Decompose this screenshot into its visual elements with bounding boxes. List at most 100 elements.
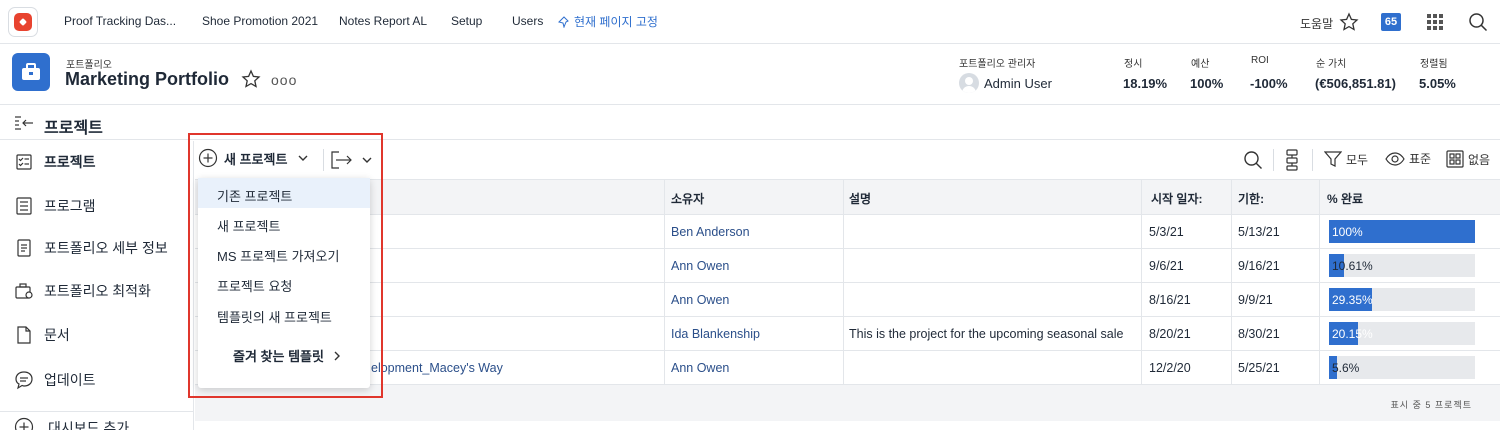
nav-item-shoe-promotion[interactable]: Shoe Promotion 2021 [202,14,318,28]
sidebar-item-portfolio-details[interactable]: 포트폴리오 세부 정보 [0,227,194,267]
group-icon [1446,150,1464,168]
due-date: 5/25/21 [1238,361,1280,375]
add-dashboard-label: 대시보드 추가 [48,420,130,430]
nav-item-notes-report[interactable]: Notes Report AL [339,14,427,28]
sidebar-item-label: 문서 [44,327,70,343]
start-date: 12/2/20 [1149,361,1191,375]
briefcase-gear-icon [15,283,33,299]
divider [1273,149,1274,171]
list-icon [16,197,32,215]
nav-item-setup[interactable]: Setup [451,14,482,28]
progress-label: 10.61% [1332,259,1373,273]
metric-label: 정시 [1124,59,1143,70]
sidebar-item-projects[interactable]: 프로젝트 [0,141,194,181]
table-row[interactable]: Ida Blankenship This is the project for … [195,317,1500,351]
sidebar-item-documents[interactable]: 문서 [0,314,194,354]
column-header-description[interactable]: 설명 [849,190,871,207]
sidebar-item-label: 포트폴리오 최적화 [44,283,151,299]
column-header-start-date[interactable]: 시작 일자: [1151,190,1203,207]
view-button[interactable]: 표준 [1385,150,1431,167]
progress-bar: 20.15% [1329,322,1475,345]
progress-bar: 5.6% [1329,356,1475,379]
notifications-badge[interactable]: 65 [1381,13,1401,31]
metric-label: 순 가치 [1316,59,1347,70]
progress-bar: 100% [1329,220,1475,243]
sidebar-item-label: 프로젝트 [44,154,96,170]
section-title: 프로젝트 [44,120,103,137]
metric-label: 예산 [1191,59,1210,70]
metric-value: -100% [1250,76,1288,91]
due-date: 8/30/21 [1238,327,1280,341]
nav-item-users[interactable]: Users [512,14,543,28]
page-title: Marketing Portfolio [65,69,230,89]
highlight-box [188,133,383,398]
table-search-icon[interactable] [1242,149,1264,171]
plus-circle-icon [14,417,34,430]
sidebar-item-label: 프로그램 [44,198,96,214]
more-options-icon[interactable]: ooo [271,72,297,88]
chat-icon [15,371,33,390]
table-row[interactable]: Ben Anderson 5/3/21 5/13/21 100% [195,215,1500,249]
table-row[interactable]: Ann Owen 8/16/21 9/9/21 29.35% [195,283,1500,317]
eye-icon [1385,151,1405,166]
sidebar-item-portfolio-optimizer[interactable]: 포트폴리오 최적화 [0,270,194,310]
column-header-percent-complete[interactable]: % 완료 [1327,190,1363,207]
divider [1312,149,1313,171]
column-header-due-date[interactable]: 기한: [1238,190,1264,207]
app-logo[interactable] [8,7,38,37]
table-footer: 표시 중 5 프로젝트 [195,385,1500,421]
manager-name[interactable]: Admin User [984,76,1052,91]
start-date: 8/20/21 [1149,327,1191,341]
collapse-sidebar-icon[interactable] [14,114,34,132]
progress-label: 5.6% [1332,361,1360,375]
owner-link[interactable]: Ann Owen [671,259,729,273]
view-label: 표준 [1409,152,1432,166]
pin-page-label: 현재 페이지 고정 [574,15,658,29]
column-header-owner[interactable]: 소유자 [671,190,704,207]
progress-bar: 29.35% [1329,288,1475,311]
nav-item-proof-tracking[interactable]: Proof Tracking Das... [64,14,176,28]
star-icon[interactable] [1338,11,1360,33]
group-button[interactable]: 없음 [1446,150,1490,168]
toolbar: 새 프로젝트 모두 표준 없음 [195,141,1500,179]
pin-icon [558,15,569,28]
project-name[interactable]: elopment_Macey's Way [371,361,503,375]
owner-link[interactable]: Ann Owen [671,293,729,307]
owner-link[interactable]: Ida Blankenship [671,327,760,341]
avatar [959,73,979,93]
due-date: 5/13/21 [1238,225,1280,239]
start-date: 5/3/21 [1149,225,1184,239]
add-dashboard-button[interactable]: 대시보드 추가 [0,411,194,430]
checklist-icon [16,154,32,170]
progress-label: 20.15% [1332,327,1373,341]
metric-label: ROI [1251,55,1269,66]
group-label: 없음 [1468,152,1491,167]
sidebar-item-label: 업데이트 [44,372,96,388]
hierarchy-icon[interactable] [1282,149,1302,171]
sidebar-item-programs[interactable]: 프로그램 [0,185,194,225]
search-icon[interactable] [1467,11,1489,33]
owner-link[interactable]: Ben Anderson [671,225,750,239]
file-icon [17,326,31,344]
document-icon [17,239,31,257]
help-link[interactable]: 도움말 [1300,15,1333,32]
sidebar-item-updates[interactable]: 업데이트 [0,359,194,399]
owner-link[interactable]: Ann Owen [671,361,729,375]
filter-label: 모두 [1346,152,1369,167]
favorite-star-icon[interactable] [241,69,261,92]
progress-label: 29.35% [1332,293,1373,307]
pin-page-button[interactable]: 현재 페이지 고정 [558,13,658,30]
filter-icon [1324,151,1342,167]
due-date: 9/9/21 [1238,293,1273,307]
metric-value: (€506,851.81) [1315,76,1396,91]
table-row[interactable]: elopment_Macey's Way Ann Owen 12/2/20 5/… [195,351,1500,385]
app-grid-icon[interactable] [1425,12,1445,32]
table-row[interactable]: Ann Owen 9/6/21 9/16/21 10.61% [195,249,1500,283]
metric-value: 18.19% [1123,76,1168,91]
start-date: 8/16/21 [1149,293,1191,307]
metric-value: 100% [1190,76,1224,91]
description: This is the project for the upcoming sea… [849,327,1124,341]
top-navigation: Proof Tracking Das... Shoe Promotion 202… [0,0,1500,44]
portfolio-header: 포트폴리오 Marketing Portfolio ooo 포트폴리오 관리자 … [0,45,1500,105]
filter-button[interactable]: 모두 [1324,150,1368,168]
